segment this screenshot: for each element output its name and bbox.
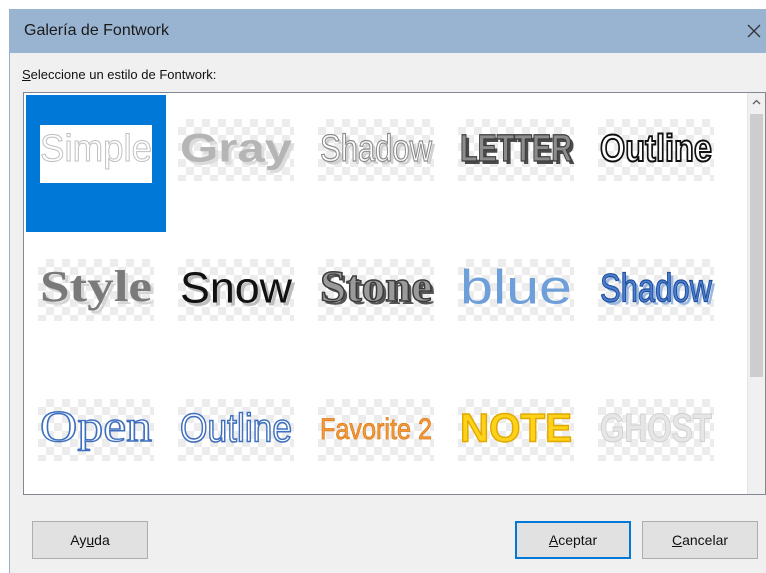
help-button[interactable]: Ay u da [32, 521, 148, 559]
gallery-grid: Simple Gray Gray Shadow Shadow LETTER LETTER Ou… [25, 94, 730, 494]
fontwork-preview: Outline [599, 127, 713, 171]
select-style-label-accel: S [22, 67, 31, 82]
fontwork-style-stone[interactable]: Stone Stone [306, 235, 446, 372]
ok-button-rest: ceptar [558, 532, 598, 548]
style-label: Snow [180, 264, 292, 313]
style-label: Outline [600, 128, 712, 170]
fontwork-style-favorite[interactable]: Favorite 2 [306, 375, 446, 494]
fontwork-gallery-dialog: Galería de Fontwork Seleccione un estilo… [9, 9, 766, 573]
select-style-label-rest: eleccione un estilo de Fontwork: [30, 67, 217, 82]
fontwork-style-snow[interactable]: Snow Snow [166, 235, 306, 372]
style-label: Style [40, 262, 152, 311]
fontwork-preview: Open [39, 401, 152, 451]
ok-button[interactable]: Aceptar [515, 521, 631, 559]
select-style-label: Seleccione un estilo de Fontwork: [22, 67, 216, 82]
style-label: LETTER [460, 128, 572, 170]
fontwork-preview: Favorite 2 [320, 413, 433, 447]
style-label: Simple [40, 128, 152, 170]
fontwork-style-open[interactable]: Open [26, 375, 166, 494]
fontwork-style-letter[interactable]: LETTER LETTER [446, 95, 586, 232]
style-label: Open [40, 402, 152, 451]
cancel-button-rest: ancelar [682, 532, 729, 548]
scroll-thumb[interactable] [750, 114, 763, 377]
fontwork-preview: GrayGray [180, 127, 296, 174]
close-button[interactable] [741, 9, 766, 53]
style-label: Shadow [320, 128, 432, 170]
fontwork-style-note[interactable]: NOTE [446, 375, 586, 494]
fontwork-preview: StyleStyle [40, 262, 155, 314]
fontwork-preview: StoneStone [319, 261, 435, 314]
fontwork-preview: LETTERLETTER [459, 127, 575, 173]
fontwork-style-outline-blue[interactable]: Outline [166, 375, 306, 494]
cancel-button[interactable]: Cancelar [642, 521, 758, 559]
fontwork-preview: Simple [40, 128, 153, 171]
ok-button-accel: A [548, 532, 559, 548]
fontwork-preview: ShadowShadow [319, 127, 435, 173]
style-label: Outline [180, 407, 292, 451]
fontwork-style-blue[interactable]: blue [446, 235, 586, 372]
style-label: GHOST [600, 407, 712, 451]
fontwork-gallery: Simple Gray Gray Shadow Shadow LETTER LETTER Ou… [23, 92, 766, 495]
style-label: Shadow [600, 267, 712, 311]
help-button-rest: da [94, 532, 110, 548]
fontwork-style-simple[interactable]: Simple [26, 95, 166, 232]
scroll-up-button[interactable] [748, 93, 765, 110]
close-icon [747, 24, 761, 38]
fontwork-preview: NOTE [459, 406, 572, 451]
style-label: Gray [180, 127, 293, 171]
fontwork-style-shadow-blue[interactable]: Shadow Shadow [586, 235, 726, 372]
title-bar: Galería de Fontwork [10, 9, 766, 53]
fontwork-preview: GHOST [600, 406, 713, 451]
fontwork-preview: blue [460, 262, 572, 315]
help-button-accel: u [86, 532, 95, 548]
fontwork-preview: SnowSnow [180, 264, 295, 316]
style-label: Stone [320, 262, 432, 311]
style-label: NOTE [460, 407, 572, 451]
fontwork-style-shadow-gray[interactable]: Shadow Shadow [306, 95, 446, 232]
style-label: blue [460, 262, 572, 315]
cancel-button-accel: C [671, 532, 683, 548]
fontwork-preview: Outline [179, 406, 293, 452]
fontwork-style-ghost[interactable]: GHOST [586, 375, 726, 494]
fontwork-style-style-serif[interactable]: Style Style [26, 235, 166, 372]
window-title: Galería de Fontwork [24, 22, 169, 39]
style-label: Favorite 2 [320, 413, 432, 446]
fontwork-style-gray[interactable]: Gray Gray [166, 95, 306, 232]
chevron-up-icon [752, 99, 761, 104]
fontwork-style-outline-black[interactable]: Outline [586, 95, 726, 232]
fontwork-preview: ShadowShadow [599, 266, 715, 314]
help-button-pre: Ay [70, 532, 87, 548]
vertical-scrollbar[interactable] [747, 93, 765, 494]
